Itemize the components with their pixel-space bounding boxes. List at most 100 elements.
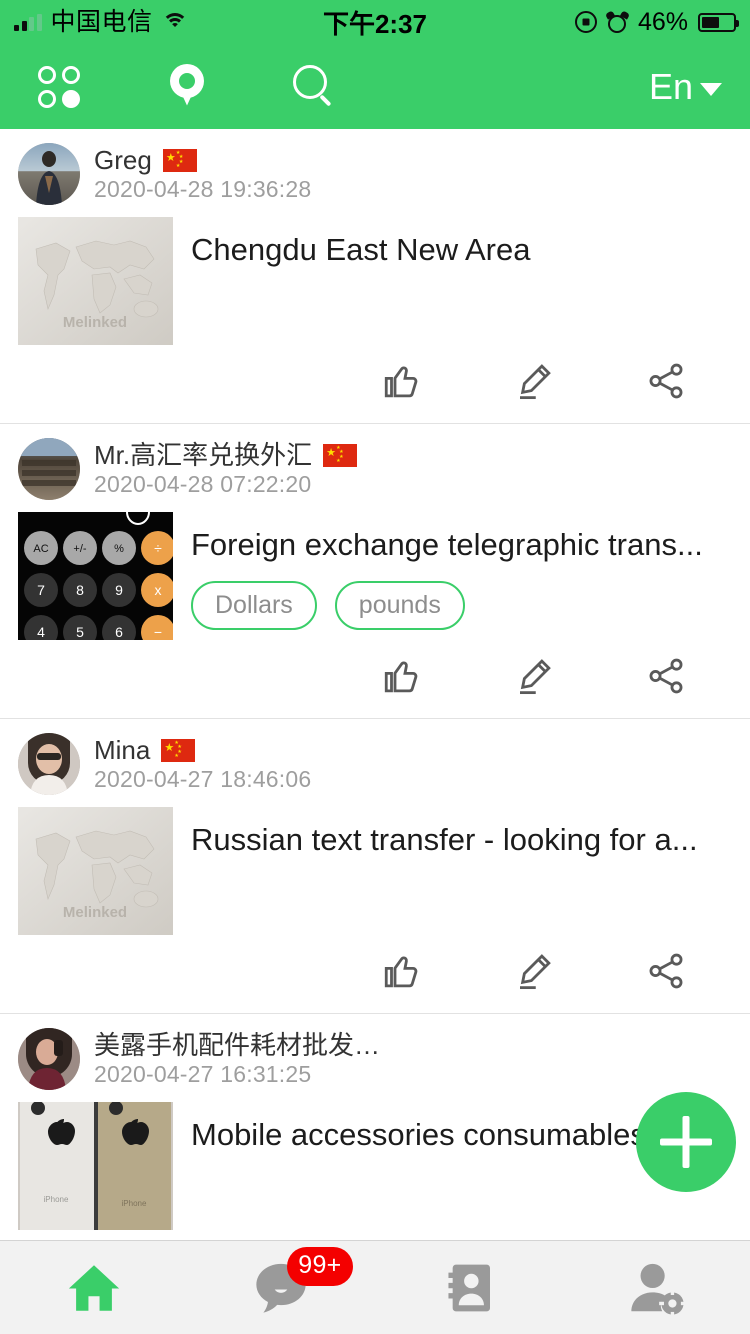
cn-flag-icon: ★ ★ ★ ★ ★ [323,443,358,467]
svg-text:÷: ÷ [154,540,162,556]
author-name: Greg [94,145,152,176]
tab-messages[interactable]: 99+ [188,1241,376,1334]
bottom-tab-bar: 99+ [0,1240,750,1334]
phones-photo-icon: iPhone iPhone [18,1102,173,1230]
svg-text:iPhone: iPhone [44,1195,69,1204]
avatar-image [18,1028,80,1090]
post-action-bar [18,640,732,718]
post-tag[interactable]: pounds [334,580,465,630]
like-icon [384,366,418,398]
author-name: Mr.高汇率兑换外汇 [94,440,313,471]
share-icon [649,658,683,694]
post-timestamp: 2020-04-28 07:22:20 [94,470,312,497]
cn-flag-icon: ★ ★ ★ ★ ★ [161,738,196,762]
edit-button[interactable] [468,650,600,702]
location-button[interactable] [154,54,220,120]
share-button[interactable] [600,945,732,997]
svg-text:7: 7 [37,582,45,598]
post-tag[interactable]: Dollars [191,580,317,630]
location-pin-icon [170,63,204,110]
status-bar: 中国电信 下午2:37 46% [0,0,750,44]
post-tags: Dollars pounds [191,580,732,630]
share-icon [649,953,683,989]
chevron-down-icon [700,83,722,96]
avatar-image [18,438,80,500]
search-icon [293,64,337,109]
edit-icon [520,659,551,695]
avatar[interactable] [18,733,80,795]
post-feed[interactable]: Greg ★ ★ ★ ★ ★ 2020-04-28 19:36:28 Melin… [0,129,750,1240]
carrier-label: 中国电信 [50,7,153,36]
post-body: AC +/-% ÷ 7 8 9 x 4 5 6 − Foreign exchange tele… [18,500,732,640]
grid-menu-button[interactable] [26,54,92,120]
language-label: En [648,65,693,107]
world-map-placeholder-icon: Melinked [18,217,173,345]
status-bar-right: 46% [574,7,739,37]
post-author-block: 美露手机配件耗材批发… 2020-04-27 16:31:25 [94,1031,380,1087]
battery-icon [698,12,739,32]
like-button[interactable] [336,650,468,702]
plus-icon [660,1116,712,1168]
author-name: 美露手机配件耗材批发… [94,1030,381,1061]
edit-icon [520,364,551,400]
post-thumbnail[interactable]: iPhone iPhone [18,1102,173,1230]
post-thumbnail[interactable]: Melinked [18,217,173,345]
edit-button[interactable] [468,945,600,997]
language-selector[interactable]: En [648,65,728,107]
share-button[interactable] [600,650,732,702]
avatar[interactable] [18,143,80,205]
post-header: 美露手机配件耗材批发… 2020-04-27 16:31:25 [18,1028,732,1090]
share-button[interactable] [600,355,732,407]
svg-text:4: 4 [37,624,45,640]
edit-icon [520,954,551,990]
edit-button[interactable] [468,355,600,407]
svg-text:x: x [155,582,162,598]
post-title[interactable]: Russian text transfer - looking for a... [191,821,732,860]
post-thumbnail[interactable]: AC +/-% ÷ 7 8 9 x 4 5 6 − [18,512,173,640]
post-timestamp: 2020-04-27 16:31:25 [94,1060,312,1087]
post-title[interactable]: Chengdu East New Area [191,231,732,270]
post-card[interactable]: Mr.高汇率兑换外汇 ★★★ ★★ 2020-04-28 07:22:20 [0,424,750,719]
calculator-photo-icon: AC +/-% ÷ 7 8 9 x 4 5 6 − [18,512,173,640]
tab-home[interactable] [0,1241,188,1334]
svg-text:%: % [114,543,124,555]
like-icon [384,661,418,693]
like-icon [384,956,418,988]
like-button[interactable] [336,355,468,407]
app-header: En [0,44,750,129]
post-header: Mr.高汇率兑换外汇 ★ ★ ★ ★ ★ 2020-04-28 07:22:20 [18,438,732,500]
svg-text:AC: AC [33,543,48,555]
tab-profile[interactable] [563,1241,750,1334]
post-header: Mina ★ ★ ★ ★ ★ 2020-04-27 18:46:06 [18,733,732,795]
author-name-row: 美露手机配件耗材批发… [94,1031,380,1060]
svg-text:−: − [154,624,162,640]
search-button[interactable] [282,54,348,120]
post-thumbnail[interactable]: Melinked [18,807,173,935]
post-content: Chengdu East New Area [191,217,732,345]
avatar[interactable] [18,1028,80,1090]
post-card[interactable]: Greg ★ ★ ★ ★ ★ 2020-04-28 19:36:28 Melin… [0,129,750,424]
svg-text:Melinked: Melinked [63,904,127,921]
post-body: Melinked Russian text transfer - looking… [18,795,732,935]
battery-percent-label: 46% [637,7,688,36]
post-header: Greg ★ ★ ★ ★ ★ 2020-04-28 19:36:28 [18,143,732,205]
post-card[interactable]: Mina ★ ★ ★ ★ ★ 2020-04-27 18:46:06 Melin… [0,719,750,1014]
post-body: Melinked Chengdu East New Area [18,205,732,345]
grid-icon [38,65,80,108]
tab-contacts[interactable] [375,1241,563,1334]
like-button[interactable] [336,945,468,997]
status-bar-left: 中国电信 [14,7,188,36]
user-settings-icon [631,1263,686,1317]
cn-flag-icon: ★ ★ ★ ★ ★ [162,148,197,172]
author-name-row: Mina ★ ★ ★ ★ ★ [94,736,311,765]
author-name: Mina [94,735,151,766]
create-post-fab[interactable] [636,1092,736,1192]
post-action-bar [18,935,732,1013]
avatar[interactable] [18,438,80,500]
rotation-lock-icon [574,11,597,33]
author-name-row: Greg ★ ★ ★ ★ ★ [94,146,311,175]
post-action-bar [18,1230,732,1240]
post-action-bar [18,345,732,423]
post-title[interactable]: Foreign exchange telegraphic trans... [191,526,732,565]
post-content: Russian text transfer - looking for a... [191,807,732,935]
